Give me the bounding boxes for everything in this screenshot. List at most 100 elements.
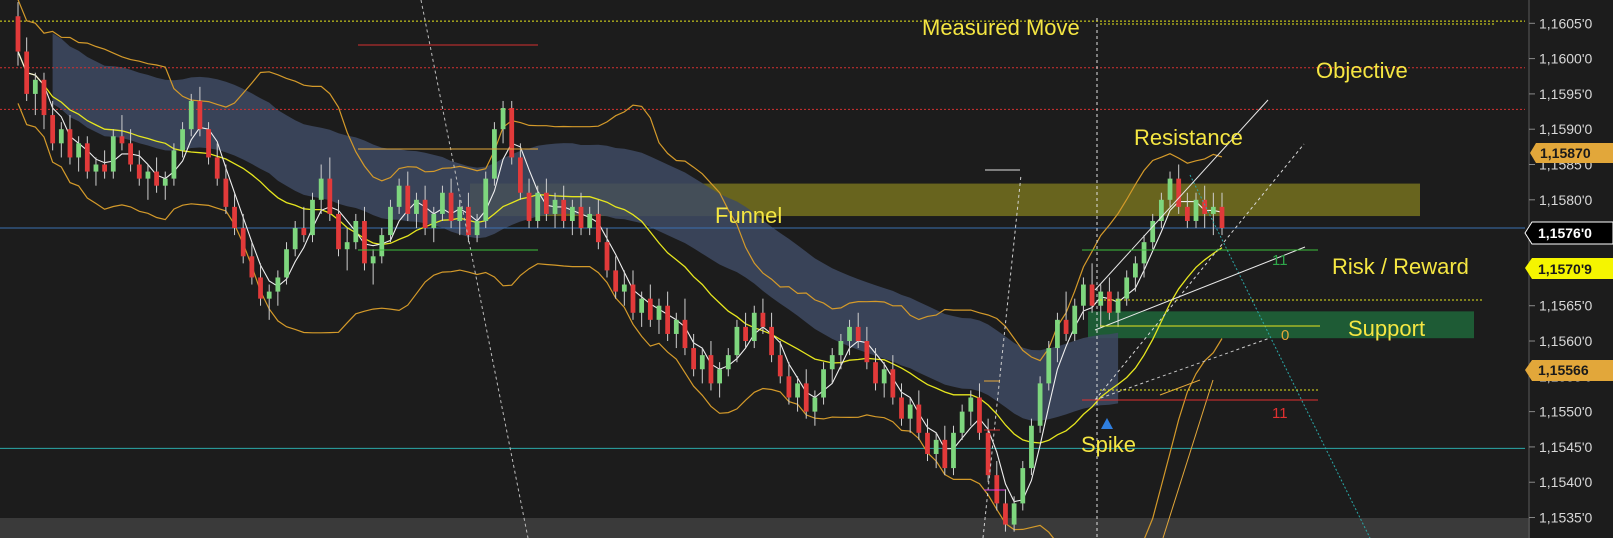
candle-body: [916, 404, 922, 433]
candle-body: [301, 228, 307, 236]
candle-body: [951, 432, 956, 469]
candle-body: [284, 249, 289, 278]
price-badge-1: 1,15870: [1530, 143, 1613, 163]
candle-body: [847, 326, 852, 342]
candle-body: [639, 298, 645, 313]
candle-body: [162, 178, 168, 186]
candle-body: [240, 228, 246, 257]
candle-body: [1219, 206, 1225, 229]
candle-body: [925, 432, 930, 454]
candle-body: [543, 192, 549, 214]
candle: [951, 425, 956, 476]
candle-body: [24, 51, 30, 94]
candle-body: [67, 129, 73, 158]
candle-body: [275, 277, 281, 292]
price-axis-tick-label: 1,1600'0: [1539, 51, 1592, 67]
candle-body: [197, 100, 203, 130]
candle-body: [249, 256, 255, 278]
candle-body: [665, 305, 671, 334]
count-upper: 11: [1272, 252, 1288, 269]
price-badge-4-label: 1,15566: [1538, 362, 1589, 378]
candle-body: [734, 326, 740, 356]
candle-body: [682, 319, 688, 349]
candle-body: [621, 284, 627, 292]
candle-body: [128, 143, 133, 165]
candle-body: [1020, 468, 1026, 504]
candle-body: [569, 206, 575, 221]
candle: [1046, 341, 1052, 391]
candle-body: [483, 178, 489, 221]
candle-body: [266, 291, 272, 299]
candle-body: [786, 376, 792, 398]
candle-body: [1167, 178, 1173, 200]
candle-body: [76, 143, 82, 158]
annotation-resistance: Resistance: [1134, 125, 1243, 150]
price-axis-tick-label: 1,1550'0: [1539, 404, 1592, 420]
candle-body: [708, 355, 714, 384]
price-axis-tick-label: 1,1535'0: [1539, 510, 1592, 526]
candle-body: [985, 432, 991, 476]
candle-body: [1193, 199, 1199, 221]
candle-body: [751, 312, 757, 342]
candle-body: [292, 228, 298, 250]
candle-body: [119, 136, 125, 144]
candle-body: [942, 439, 948, 469]
candle-body: [829, 355, 835, 370]
candle-body: [838, 341, 844, 356]
price-axis-tick-label: 1,1595'0: [1539, 86, 1592, 102]
annotation-measured-move: Measured Move: [922, 15, 1080, 40]
candle-body: [310, 199, 315, 236]
candle-body: [899, 397, 904, 419]
candle-body: [526, 192, 532, 221]
candle-body: [907, 404, 913, 419]
candle-body: [396, 185, 402, 207]
price-axis-tick-label: 1,1590'0: [1539, 121, 1592, 137]
candle: [1020, 461, 1026, 511]
candle-body: [206, 129, 211, 158]
candle-body: [595, 213, 601, 243]
price-axis-tick-label: 1,1605'0: [1539, 15, 1592, 31]
candle-body: [673, 319, 679, 334]
candle-body: [180, 129, 185, 151]
candle-body: [604, 242, 610, 271]
candle-body: [630, 284, 636, 313]
candle-body: [699, 355, 705, 370]
candle-body: [1184, 206, 1190, 221]
candle-body: [145, 171, 151, 179]
candle-body: [1011, 503, 1017, 525]
candle-body: [743, 326, 748, 342]
candle: [492, 122, 497, 186]
candle-body: [154, 171, 159, 186]
price-chart: 1,1535'01,1540'01,1545'01,1550'01,1555'0…: [0, 0, 1613, 538]
candle-body: [327, 178, 333, 214]
price-badge-2: 1,1576'0: [1524, 221, 1613, 245]
candle-body: [535, 192, 541, 221]
candle-body: [171, 150, 177, 179]
candle-body: [318, 178, 324, 200]
candle: [509, 100, 515, 165]
candle-body: [647, 298, 653, 320]
chart-stage: 1,1535'01,1540'01,1545'01,1550'01,1555'0…: [0, 0, 1613, 538]
candle-body: [691, 348, 697, 370]
candle-body: [613, 270, 619, 292]
candle-body: [518, 157, 523, 193]
candle-body: [1063, 319, 1069, 334]
candle-body: [1029, 425, 1034, 469]
candle-body: [1107, 291, 1112, 313]
candle-body: [1072, 305, 1078, 334]
price-badge-1-label: 1,15870: [1540, 145, 1591, 161]
candle-body: [223, 178, 229, 207]
price-axis-tick-label: 1,1565'0: [1539, 298, 1592, 314]
candle-body: [353, 220, 359, 243]
candle-body: [1003, 503, 1008, 525]
candle-body: [795, 383, 800, 398]
candle-body: [379, 235, 385, 257]
bottom-scroll-band[interactable]: [0, 518, 1530, 538]
candle-body: [552, 199, 558, 214]
candle-body: [1098, 291, 1104, 306]
candle-body: [561, 199, 567, 221]
candle-body: [717, 369, 722, 384]
price-axis-tick-label: 1,1545'0: [1539, 439, 1592, 455]
candle-body: [769, 326, 774, 356]
candle-body: [58, 129, 64, 144]
